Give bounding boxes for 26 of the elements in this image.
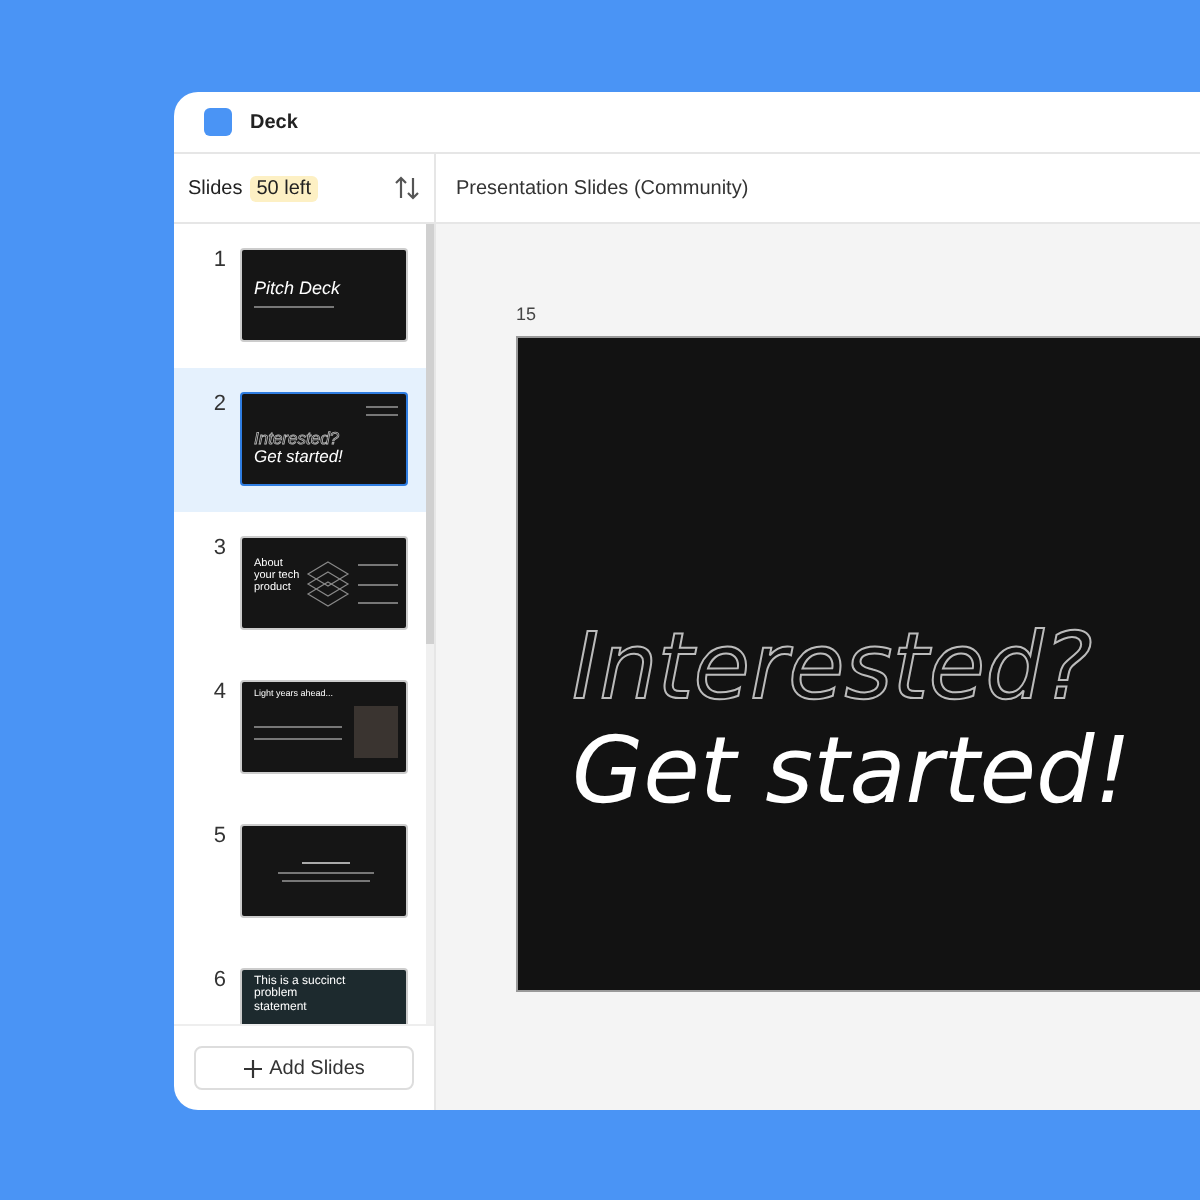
- slide-number: 5: [211, 824, 226, 848]
- app-logo: [204, 108, 232, 136]
- outline-heading: Interested?: [572, 614, 1093, 718]
- slide-thumbnail[interactable]: [240, 824, 408, 918]
- slide-thumbnail[interactable]: Pitch Deck: [240, 248, 408, 342]
- slide-number: 6: [211, 968, 226, 992]
- slide-thumbnail[interactable]: Interested? Get started!: [240, 392, 408, 486]
- slide-number: 4: [211, 680, 226, 704]
- scrollbar[interactable]: [426, 224, 434, 1024]
- slide-number: 1: [211, 248, 226, 272]
- window-title: Deck: [250, 111, 298, 133]
- sidebar-title: Slides: [188, 177, 243, 199]
- thumbnail-heading: Pitch Deck: [254, 280, 341, 299]
- add-slides-button[interactable]: Add Slides: [194, 1046, 414, 1090]
- document-title: Presentation Slides (Community): [456, 177, 749, 199]
- slide-number: 2: [211, 392, 226, 416]
- slides-left-badge: 50 left: [250, 175, 317, 201]
- photo-placeholder: [354, 706, 398, 758]
- layers-drawing: [306, 558, 350, 610]
- slide-headline: Get started!: [572, 718, 1132, 822]
- plus-icon: [243, 1059, 262, 1077]
- slide-number: 15: [516, 304, 539, 324]
- sort-icon[interactable]: [394, 176, 420, 200]
- thumbnail-outline-heading: Interested?: [254, 430, 340, 448]
- slide-number: 3: [211, 536, 226, 560]
- thumbnail-heading: Get started!: [254, 448, 343, 466]
